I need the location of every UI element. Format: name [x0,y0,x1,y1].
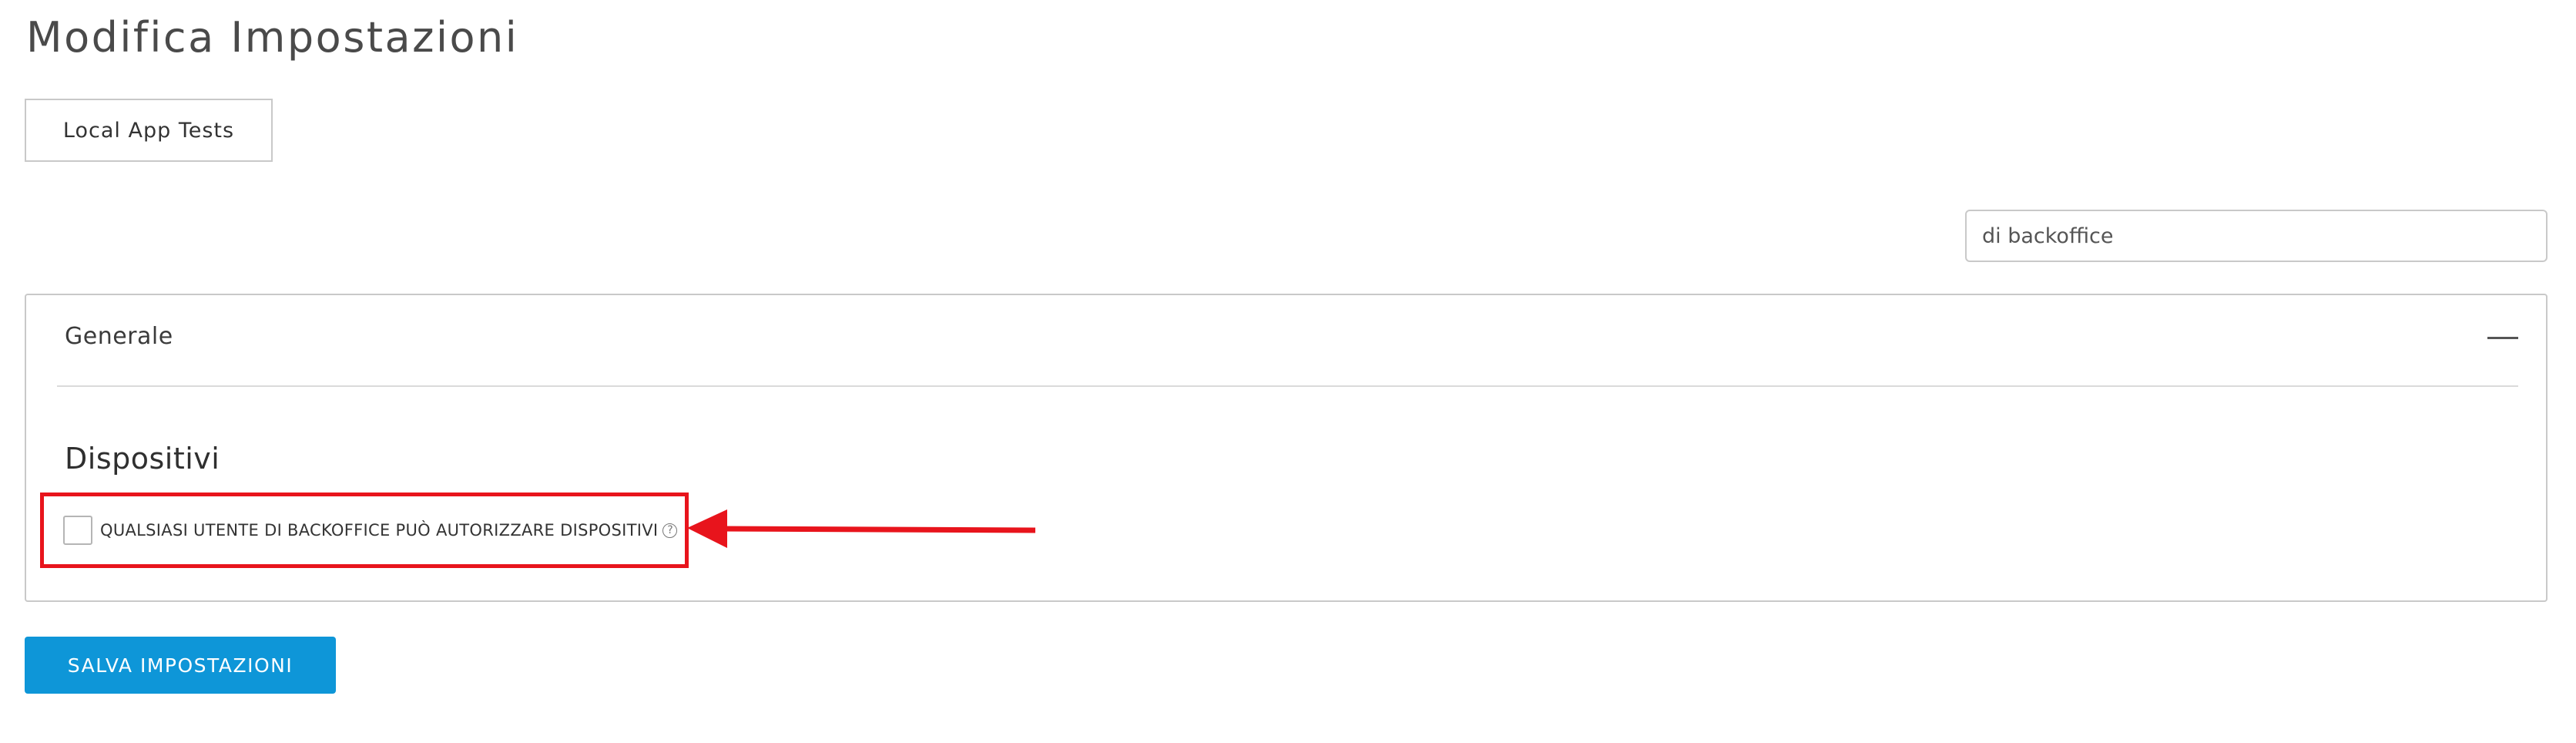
panel-title: Generale [65,323,173,350]
option-row: QUALSIASI UTENTE DI BACKOFFICE PUÒ AUTOR… [63,515,678,546]
settings-panel-generale: Generale Dispositivi QUALSIASI UTENTE DI… [25,294,2547,602]
page-title: Modifica Impostazioni [26,13,519,62]
minus-icon[interactable] [2487,337,2518,339]
panel-header[interactable]: Generale [57,295,2518,387]
authorize-devices-label: QUALSIASI UTENTE DI BACKOFFICE PUÒ AUTOR… [100,521,659,540]
question-circle-icon[interactable]: ? [662,523,678,538]
save-settings-button[interactable]: SALVA IMPOSTAZIONI [25,637,336,694]
settings-search-input[interactable] [1965,210,2547,262]
left-arrow-icon [687,509,1035,548]
section-title-dispositivi: Dispositivi [65,442,220,476]
arrow-shaft [722,526,1035,533]
authorize-devices-checkbox[interactable] [63,516,92,545]
arrow-head [687,509,727,548]
store-tab-button[interactable]: Local App Tests [25,99,273,162]
